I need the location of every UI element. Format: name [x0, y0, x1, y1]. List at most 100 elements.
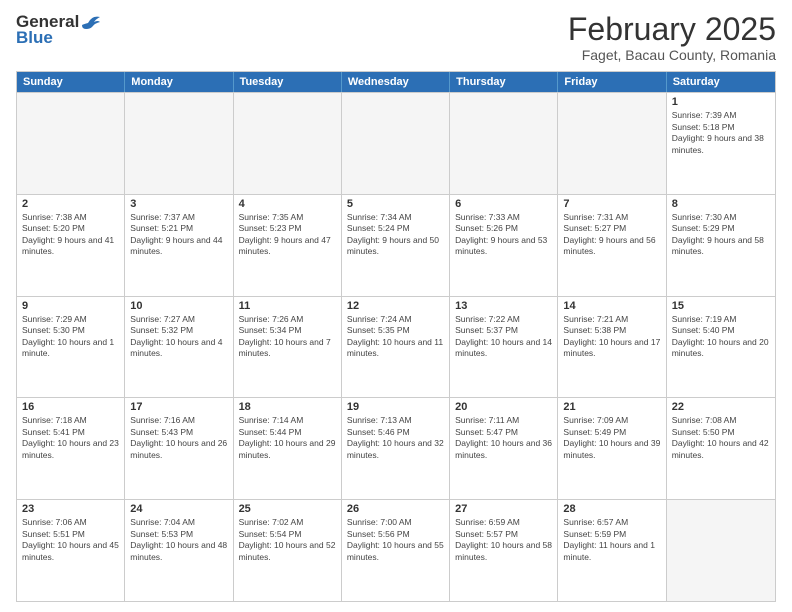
day-number: 28: [563, 503, 660, 515]
calendar-cell-2-5: 14 Sunrise: 7:21 AM Sunset: 5:38 PM Dayli…: [558, 297, 666, 398]
calendar-cell-0-6: 1 Sunrise: 7:39 AM Sunset: 5:18 PM Daylig…: [667, 93, 775, 194]
day-info: Sunrise: 7:09 AM Sunset: 5:49 PM Dayligh…: [563, 415, 660, 461]
calendar-cell-2-3: 12 Sunrise: 7:24 AM Sunset: 5:35 PM Dayli…: [342, 297, 450, 398]
day-info: Sunrise: 7:35 AM Sunset: 5:23 PM Dayligh…: [239, 212, 336, 258]
calendar-cell-2-0: 9 Sunrise: 7:29 AM Sunset: 5:30 PM Daylig…: [17, 297, 125, 398]
day-number: 7: [563, 198, 660, 210]
header-wednesday: Wednesday: [342, 72, 450, 92]
day-number: 14: [563, 300, 660, 312]
calendar-cell-2-6: 15 Sunrise: 7:19 AM Sunset: 5:40 PM Dayli…: [667, 297, 775, 398]
day-number: 15: [672, 300, 770, 312]
calendar-cell-2-1: 10 Sunrise: 7:27 AM Sunset: 5:32 PM Dayli…: [125, 297, 233, 398]
day-info: Sunrise: 7:21 AM Sunset: 5:38 PM Dayligh…: [563, 314, 660, 360]
calendar-cell-1-6: 8 Sunrise: 7:30 AM Sunset: 5:29 PM Daylig…: [667, 195, 775, 296]
day-number: 8: [672, 198, 770, 210]
day-info: Sunrise: 7:04 AM Sunset: 5:53 PM Dayligh…: [130, 517, 227, 563]
header-sunday: Sunday: [17, 72, 125, 92]
day-info: Sunrise: 7:00 AM Sunset: 5:56 PM Dayligh…: [347, 517, 444, 563]
day-info: Sunrise: 7:19 AM Sunset: 5:40 PM Dayligh…: [672, 314, 770, 360]
day-info: Sunrise: 7:08 AM Sunset: 5:50 PM Dayligh…: [672, 415, 770, 461]
calendar-week-0: 1 Sunrise: 7:39 AM Sunset: 5:18 PM Daylig…: [17, 92, 775, 194]
calendar-cell-1-3: 5 Sunrise: 7:34 AM Sunset: 5:24 PM Daylig…: [342, 195, 450, 296]
day-info: Sunrise: 7:30 AM Sunset: 5:29 PM Dayligh…: [672, 212, 770, 258]
day-number: 1: [672, 96, 770, 108]
header-thursday: Thursday: [450, 72, 558, 92]
day-info: Sunrise: 7:22 AM Sunset: 5:37 PM Dayligh…: [455, 314, 552, 360]
calendar-cell-3-2: 18 Sunrise: 7:14 AM Sunset: 5:44 PM Dayli…: [234, 398, 342, 499]
header-saturday: Saturday: [667, 72, 775, 92]
calendar-week-3: 16Sunrise: 7:18 AM Sunset: 5:41 PM Dayli…: [17, 397, 775, 499]
day-number: 2: [22, 198, 119, 210]
calendar-cell-1-1: 3 Sunrise: 7:37 AM Sunset: 5:21 PM Daylig…: [125, 195, 233, 296]
calendar-cell-4-0: 23 Sunrise: 7:06 AM Sunset: 5:51 PM Dayli…: [17, 500, 125, 601]
day-number: 21: [563, 401, 660, 413]
day-info: Sunrise: 7:39 AM Sunset: 5:18 PM Dayligh…: [672, 110, 770, 156]
calendar-title: February 2025: [568, 12, 776, 47]
day-info: Sunrise: 7:27 AM Sunset: 5:32 PM Dayligh…: [130, 314, 227, 360]
calendar-week-2: 9 Sunrise: 7:29 AM Sunset: 5:30 PM Daylig…: [17, 296, 775, 398]
calendar-cell-2-4: 13 Sunrise: 7:22 AM Sunset: 5:37 PM Dayli…: [450, 297, 558, 398]
day-info: Sunrise: 7:16 AM Sunset: 5:43 PM Dayligh…: [130, 415, 227, 461]
calendar-cell-0-3: [342, 93, 450, 194]
day-info: Sunrise: 7:34 AM Sunset: 5:24 PM Dayligh…: [347, 212, 444, 258]
logo-blue: Blue: [16, 28, 53, 48]
logo: General Blue: [16, 12, 103, 48]
calendar-cell-3-4: 20 Sunrise: 7:11 AM Sunset: 5:47 PM Dayli…: [450, 398, 558, 499]
calendar-week-1: 2 Sunrise: 7:38 AM Sunset: 5:20 PM Daylig…: [17, 194, 775, 296]
day-info: Sunrise: 7:02 AM Sunset: 5:54 PM Dayligh…: [239, 517, 336, 563]
day-number: 17: [130, 401, 227, 413]
calendar-week-4: 23 Sunrise: 7:06 AM Sunset: 5:51 PM Dayli…: [17, 499, 775, 601]
day-number: 12: [347, 300, 444, 312]
day-info: Sunrise: 7:38 AM Sunset: 5:20 PM Dayligh…: [22, 212, 119, 258]
header-monday: Monday: [125, 72, 233, 92]
day-number: 3: [130, 198, 227, 210]
day-info: Sunrise: 7:37 AM Sunset: 5:21 PM Dayligh…: [130, 212, 227, 258]
calendar-cell-4-5: 28 Sunrise: 6:57 AM Sunset: 5:59 PM Dayli…: [558, 500, 666, 601]
calendar-cell-3-6: 22 Sunrise: 7:08 AM Sunset: 5:50 PM Dayli…: [667, 398, 775, 499]
logo-bird-icon: [80, 13, 102, 31]
day-number: 4: [239, 198, 336, 210]
day-number: 22: [672, 401, 770, 413]
day-info: Sunrise: 7:13 AM Sunset: 5:46 PM Dayligh…: [347, 415, 444, 461]
day-info: Sunrise: 7:31 AM Sunset: 5:27 PM Dayligh…: [563, 212, 660, 258]
day-number: 11: [239, 300, 336, 312]
day-info: Sunrise: 7:24 AM Sunset: 5:35 PM Dayligh…: [347, 314, 444, 360]
calendar-subtitle: Faget, Bacau County, Romania: [568, 47, 776, 63]
day-info: Sunrise: 7:33 AM Sunset: 5:26 PM Dayligh…: [455, 212, 552, 258]
calendar-cell-1-4: 6 Sunrise: 7:33 AM Sunset: 5:26 PM Daylig…: [450, 195, 558, 296]
day-number: 20: [455, 401, 552, 413]
calendar-cell-4-3: 26Sunrise: 7:00 AM Sunset: 5:56 PM Dayli…: [342, 500, 450, 601]
day-info: Sunrise: 6:57 AM Sunset: 5:59 PM Dayligh…: [563, 517, 660, 563]
calendar-cell-4-4: 27Sunrise: 6:59 AM Sunset: 5:57 PM Dayli…: [450, 500, 558, 601]
day-info: Sunrise: 7:18 AM Sunset: 5:41 PM Dayligh…: [22, 415, 119, 461]
calendar-cell-3-5: 21 Sunrise: 7:09 AM Sunset: 5:49 PM Dayli…: [558, 398, 666, 499]
day-info: Sunrise: 7:14 AM Sunset: 5:44 PM Dayligh…: [239, 415, 336, 461]
day-number: 25: [239, 503, 336, 515]
calendar-cell-4-2: 25 Sunrise: 7:02 AM Sunset: 5:54 PM Dayli…: [234, 500, 342, 601]
day-number: 10: [130, 300, 227, 312]
day-info: Sunrise: 7:26 AM Sunset: 5:34 PM Dayligh…: [239, 314, 336, 360]
calendar-cell-0-2: [234, 93, 342, 194]
calendar-cell-4-6: [667, 500, 775, 601]
day-info: Sunrise: 7:06 AM Sunset: 5:51 PM Dayligh…: [22, 517, 119, 563]
calendar-cell-3-0: 16Sunrise: 7:18 AM Sunset: 5:41 PM Dayli…: [17, 398, 125, 499]
calendar-cell-0-4: [450, 93, 558, 194]
calendar-header: Sunday Monday Tuesday Wednesday Thursday…: [17, 72, 775, 92]
day-number: 9: [22, 300, 119, 312]
day-info: Sunrise: 7:11 AM Sunset: 5:47 PM Dayligh…: [455, 415, 552, 461]
day-info: Sunrise: 7:29 AM Sunset: 5:30 PM Dayligh…: [22, 314, 119, 360]
day-number: 5: [347, 198, 444, 210]
day-number: 6: [455, 198, 552, 210]
day-number: 13: [455, 300, 552, 312]
day-number: 18: [239, 401, 336, 413]
calendar-cell-0-0: [17, 93, 125, 194]
calendar-cell-1-0: 2 Sunrise: 7:38 AM Sunset: 5:20 PM Daylig…: [17, 195, 125, 296]
calendar-cell-3-3: 19 Sunrise: 7:13 AM Sunset: 5:46 PM Dayli…: [342, 398, 450, 499]
calendar-body: 1 Sunrise: 7:39 AM Sunset: 5:18 PM Daylig…: [17, 92, 775, 601]
calendar: Sunday Monday Tuesday Wednesday Thursday…: [16, 71, 776, 602]
day-number: 23: [22, 503, 119, 515]
header-tuesday: Tuesday: [234, 72, 342, 92]
day-number: 24: [130, 503, 227, 515]
calendar-cell-0-1: [125, 93, 233, 194]
day-number: 19: [347, 401, 444, 413]
